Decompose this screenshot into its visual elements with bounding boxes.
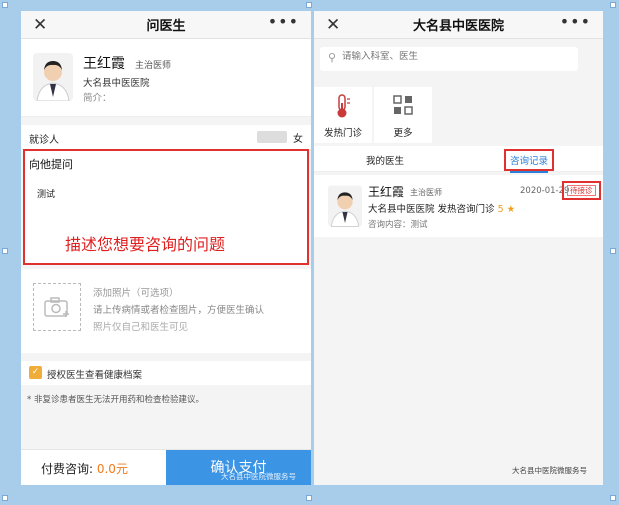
record-hospital-text: 大名县中医医院 发热咨询门诊 bbox=[368, 204, 495, 215]
question-box[interactable]: 向他提问 测试 描述您想要咨询的问题 bbox=[23, 149, 309, 265]
title-bar: ✕ 问医生 ••• bbox=[21, 11, 311, 39]
page-title: 大名县中医医院 bbox=[412, 19, 504, 34]
add-photo-button[interactable] bbox=[33, 283, 81, 331]
ask-doctor-screen: ✕ 问医生 ••• 王红霞 主治医师 大名县中医医院 简介： 就诊人 女 向他提… bbox=[21, 11, 311, 485]
frame-handle-tm[interactable] bbox=[306, 2, 312, 8]
frame-handle-mr[interactable] bbox=[610, 248, 616, 254]
search-input[interactable] bbox=[342, 51, 562, 62]
frame-handle-tl[interactable] bbox=[2, 2, 8, 8]
record-doctor-title: 主治医师 bbox=[410, 188, 442, 197]
record-doctor-name: 王红霞 bbox=[368, 185, 405, 199]
service-fever-clinic[interactable]: 发热门诊 bbox=[314, 87, 372, 143]
question-title: 向他提问 bbox=[29, 158, 73, 171]
photo-section: 添加照片（可选项） 请上传病情或者检查图片，方便医生确认 照片仅自己和医生可见 bbox=[21, 269, 311, 353]
doctor-intro: 简介： bbox=[83, 93, 112, 104]
photo-desc: 请上传病情或者检查图片，方便医生确认 bbox=[93, 305, 265, 316]
service-more[interactable]: 更多 bbox=[374, 87, 432, 143]
page-title: 问医生 bbox=[146, 19, 186, 34]
service-label: 更多 bbox=[393, 128, 413, 139]
payment-footer: 付费咨询: 0.0元 确认支付 大名县中医院微服务号 bbox=[21, 449, 311, 485]
frame-handle-bm[interactable] bbox=[306, 495, 312, 501]
patient-sex: 女 bbox=[293, 134, 303, 145]
star-icon: ★ bbox=[506, 204, 516, 215]
doctor-hospital: 大名县中医医院 bbox=[83, 78, 150, 89]
fee-label: 付费咨询: bbox=[41, 462, 97, 476]
service-label: 发热门诊 bbox=[323, 128, 362, 139]
doctor-avatar bbox=[33, 53, 73, 101]
thermometer-icon bbox=[337, 94, 350, 118]
close-icon[interactable]: ✕ bbox=[33, 15, 47, 35]
patient-name-blurred bbox=[257, 131, 287, 143]
doctor-name: 王红霞 bbox=[83, 56, 125, 72]
frame-handle-ml[interactable] bbox=[2, 248, 8, 254]
more-icon[interactable]: ••• bbox=[268, 12, 299, 31]
tab-bar: 我的医生 咨询记录 bbox=[314, 146, 603, 173]
watermark: 大名县中医院微服务号 bbox=[512, 466, 587, 475]
search-box[interactable]: ⚲ bbox=[320, 47, 578, 71]
patient-row[interactable]: 就诊人 女 bbox=[21, 125, 311, 149]
search-icon: ⚲ bbox=[328, 51, 337, 64]
frame-handle-br[interactable] bbox=[610, 495, 616, 501]
consent-label: 授权医生查看健康档案 bbox=[47, 370, 143, 381]
title-bar: ✕ 大名县中医医院 ••• bbox=[314, 11, 603, 39]
consult-record-item[interactable]: 王红霞 主治医师 2020-01-29 待接诊 大名县中医医院 发热咨询门诊 5… bbox=[314, 175, 603, 237]
close-icon[interactable]: ✕ bbox=[326, 15, 340, 35]
question-hint: 描述您想要咨询的问题 bbox=[65, 235, 226, 254]
frame-handle-tr[interactable] bbox=[610, 2, 616, 8]
question-input[interactable]: 测试 bbox=[37, 187, 55, 200]
notice-text: * 非复诊患者医生无法开用药和检查检验建议。 bbox=[27, 395, 204, 405]
tab-consult-records[interactable]: 咨询记录 bbox=[504, 149, 555, 173]
service-grid: 发热门诊 更多 bbox=[314, 87, 434, 143]
doctor-title: 主治医师 bbox=[135, 61, 172, 71]
fee-amount: 0.0元 bbox=[96, 462, 128, 476]
consent-row[interactable]: ✓ 授权医生查看健康档案 bbox=[21, 361, 311, 385]
hospital-screen: ✕ 大名县中医医院 ••• ⚲ 发热门诊 更多 bbox=[314, 11, 603, 485]
photo-note: 照片仅自己和医生可见 bbox=[93, 322, 189, 333]
photo-title: 添加照片（可选项） bbox=[93, 288, 179, 299]
patient-label: 就诊人 bbox=[29, 135, 59, 146]
watermark: 大名县中医院微服务号 bbox=[221, 472, 296, 481]
tab-my-doctors[interactable]: 我的医生 bbox=[366, 153, 404, 167]
status-badge: 待接诊 bbox=[562, 181, 601, 200]
record-hospital: 大名县中医医院 发热咨询门诊 5 ★ bbox=[368, 201, 515, 215]
record-consult-content: 咨询内容：测试 bbox=[368, 220, 428, 230]
doctor-card: 王红霞 主治医师 大名县中医医院 简介： bbox=[21, 39, 311, 117]
consent-checkbox[interactable]: ✓ bbox=[29, 366, 42, 379]
more-icon[interactable]: ••• bbox=[560, 12, 591, 31]
search-bar: ⚲ bbox=[314, 39, 603, 79]
frame-handle-bl[interactable] bbox=[2, 495, 8, 501]
status-text: 待接诊 bbox=[567, 185, 596, 196]
score-value: 5 bbox=[497, 204, 504, 215]
camera-icon bbox=[44, 297, 69, 317]
fee-text: 付费咨询: 0.0元 bbox=[41, 460, 128, 477]
record-score: 5 ★ bbox=[498, 204, 516, 215]
doctor-avatar bbox=[328, 185, 362, 227]
grid-icon bbox=[393, 95, 413, 115]
